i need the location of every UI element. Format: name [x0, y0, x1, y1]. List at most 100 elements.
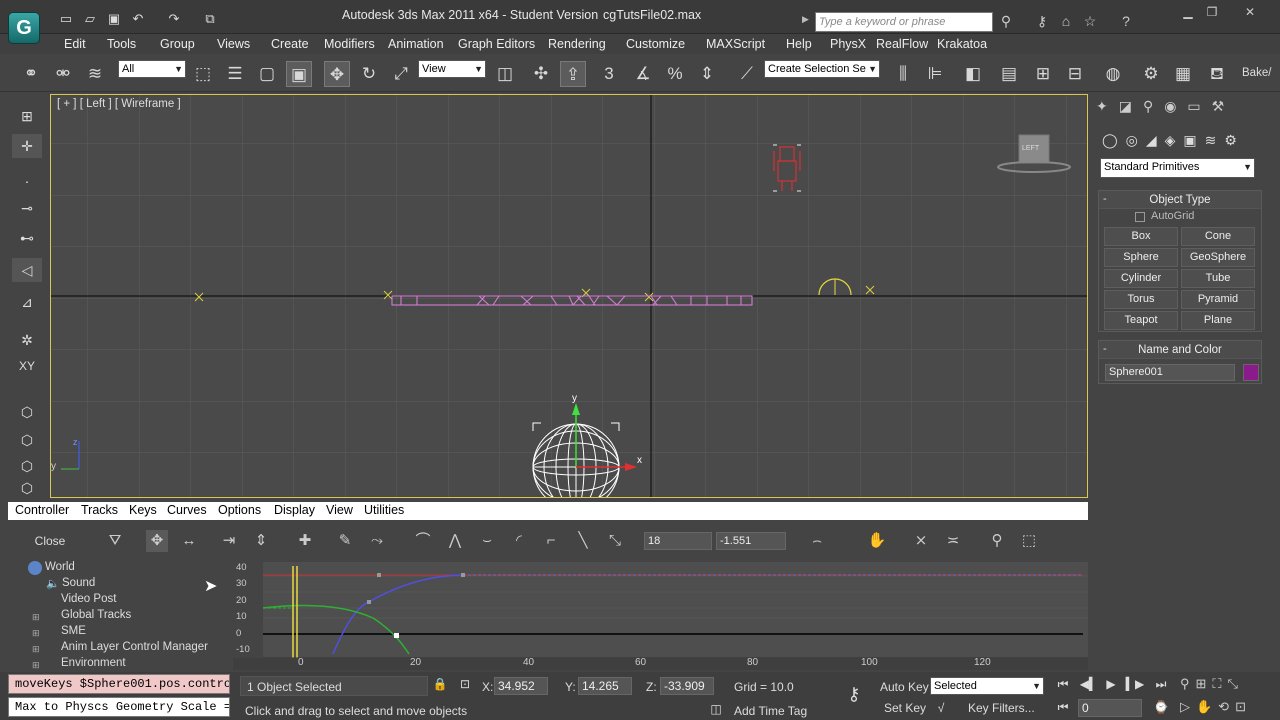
- menu-help[interactable]: Help: [786, 37, 812, 51]
- snap-midpoint-icon[interactable]: ⊸: [12, 196, 42, 220]
- menu-views[interactable]: Views: [217, 37, 250, 51]
- tree-item-global-tracks[interactable]: Global Tracks: [61, 609, 131, 621]
- auto-key-button[interactable]: Auto Key: [880, 680, 929, 694]
- reduce-keys-icon[interactable]: ⤳: [366, 530, 388, 552]
- close-window-button[interactable]: ✕: [1238, 4, 1262, 20]
- filters-icon[interactable]: ⛛: [104, 530, 126, 552]
- select-and-move-icon[interactable]: ✥: [324, 61, 350, 87]
- add-keys-icon[interactable]: ✚: [294, 530, 316, 552]
- geosphere-button[interactable]: GeoSphere: [1181, 248, 1255, 267]
- create-category-icons[interactable]: ◯◎◢◈▣≋⚙: [1102, 132, 1272, 152]
- set-key-icon[interactable]: ⚷: [840, 684, 868, 705]
- maxscript-listener-input[interactable]: moveKeys $Sphere001.pos.contro: [8, 674, 230, 694]
- cone-button[interactable]: Cone: [1181, 227, 1255, 246]
- viewport-left[interactable]: [ + ] [ Left ] [ Wireframe ] LEFT z y y …: [50, 94, 1088, 498]
- unlink-selection-icon[interactable]: ⚮: [50, 61, 76, 87]
- minimize-button[interactable]: ▁: [1176, 4, 1200, 20]
- rendered-frame-window-icon[interactable]: ▦: [1170, 61, 1196, 87]
- zoom-horizontal-extents-icon[interactable]: ⨯: [910, 530, 932, 552]
- play-icon[interactable]: ▶: [1100, 677, 1122, 691]
- binoculars-icon[interactable]: ⚲: [996, 11, 1016, 31]
- show-keyable-icon[interactable]: ⌢: [806, 530, 828, 552]
- schematic-view-icon[interactable]: ⊟: [1062, 61, 1088, 87]
- ce-menu-tracks[interactable]: Tracks: [81, 503, 118, 517]
- snap-pivot-icon[interactable]: ⊿: [12, 290, 42, 314]
- time-configuration-icon[interactable]: ⌚: [1150, 700, 1172, 714]
- percent-snap-icon[interactable]: %: [662, 61, 688, 87]
- primitive-category-dropdown[interactable]: Standard Primitives ▼: [1100, 158, 1255, 178]
- bake-label[interactable]: Bake/: [1242, 67, 1271, 79]
- sd-primitive-icon-1[interactable]: ⬡: [12, 400, 42, 424]
- menu-modifiers[interactable]: Modifiers: [324, 37, 375, 51]
- restore-button[interactable]: ❐: [1200, 4, 1224, 20]
- current-frame-input[interactable]: 0: [1078, 699, 1142, 717]
- linear-tangent-icon[interactable]: ╲: [572, 530, 594, 552]
- material-editor-icon[interactable]: ◍: [1100, 61, 1126, 87]
- grid-snap-icon[interactable]: ⊞: [12, 104, 42, 128]
- curve-editor-icon[interactable]: ⊞: [1030, 61, 1056, 87]
- key-mode-toggle-icon[interactable]: ⏮: [1052, 700, 1074, 715]
- collapse-icon[interactable]: -: [1103, 193, 1107, 205]
- viewport-navigation-icons-bottom[interactable]: ▷✋⟲⊡: [1180, 699, 1276, 715]
- set-key-button[interactable]: Set Key: [884, 701, 926, 715]
- rectangular-selection-icon[interactable]: ▢: [254, 61, 280, 87]
- zoom-region-icon[interactable]: ⬚: [1018, 530, 1040, 552]
- move-keys-horizontal-icon[interactable]: ↔: [178, 530, 200, 552]
- ce-menu-curves[interactable]: Curves: [167, 503, 207, 517]
- plane-button[interactable]: Plane: [1181, 311, 1255, 330]
- render-setup-icon[interactable]: ⚙: [1138, 61, 1164, 87]
- teapot-button[interactable]: Teapot: [1104, 311, 1178, 330]
- next-frame-icon[interactable]: ▍▶: [1124, 677, 1146, 691]
- expand-icon[interactable]: ⊞: [32, 644, 40, 655]
- menu-group[interactable]: Group: [160, 37, 195, 51]
- ce-menu-options[interactable]: Options: [218, 503, 261, 517]
- tree-item-sme[interactable]: SME: [61, 625, 86, 637]
- expand-icon[interactable]: ⊞: [32, 612, 40, 623]
- frame-input[interactable]: 18: [644, 532, 712, 550]
- go-to-start-icon[interactable]: ⏮: [1052, 677, 1074, 692]
- collapse-icon[interactable]: -: [1103, 343, 1107, 355]
- application-button[interactable]: G: [8, 12, 40, 44]
- select-and-rotate-icon[interactable]: ↻: [356, 61, 382, 87]
- new-file-icon[interactable]: ▭: [56, 11, 76, 27]
- project-folder-icon[interactable]: ⧉: [200, 11, 220, 27]
- sphere-button[interactable]: Sphere: [1104, 248, 1178, 267]
- menu-create[interactable]: Create: [271, 37, 309, 51]
- pan-hand-icon[interactable]: ✋: [866, 530, 888, 552]
- absolute-mode-icon[interactable]: ⊡: [456, 677, 474, 691]
- favorites-star-icon[interactable]: ☆: [1080, 11, 1100, 31]
- select-and-link-icon[interactable]: ⚭: [18, 61, 44, 87]
- object-type-title[interactable]: Object Type: [1099, 191, 1261, 209]
- y-coordinate-input[interactable]: 14.265: [578, 677, 632, 695]
- go-to-end-icon[interactable]: ⏭: [1150, 677, 1172, 692]
- smooth-tangent-icon[interactable]: ⤡: [604, 530, 626, 552]
- bind-to-space-warp-icon[interactable]: ≋: [82, 61, 108, 87]
- select-and-scale-icon[interactable]: ⤢: [388, 61, 414, 87]
- auto-tangent-icon[interactable]: ⌒: [412, 530, 434, 552]
- infocenter-search-input[interactable]: Type a keyword or phrase: [815, 12, 993, 32]
- box-button[interactable]: Box: [1104, 227, 1178, 246]
- sd-primitive-icon-2[interactable]: ⬡: [12, 428, 42, 452]
- keyboard-shortcut-override-icon[interactable]: ⇪: [560, 61, 586, 87]
- named-selection-sets-dropdown[interactable]: Create Selection Se ▼: [764, 60, 880, 78]
- expand-icon[interactable]: ⊞: [32, 660, 40, 670]
- manipulate-icon[interactable]: ✣: [528, 61, 554, 87]
- select-object-icon[interactable]: ⬚: [190, 61, 216, 87]
- default-tangent-icon[interactable]: √: [932, 701, 950, 715]
- xy-axis-constraint-icon[interactable]: XY: [12, 354, 42, 378]
- key-filters-button[interactable]: Key Filters...: [968, 701, 1035, 715]
- select-by-name-icon[interactable]: ☰: [222, 61, 248, 87]
- redo-icon[interactable]: ↷: [164, 11, 184, 27]
- ce-menu-utilities[interactable]: Utilities: [364, 503, 404, 517]
- command-panel-tabs[interactable]: ✦◪⚲◉▭⚒: [1096, 98, 1276, 120]
- zoom-value-extents-icon[interactable]: ≍: [942, 530, 964, 552]
- tree-item-video-post[interactable]: Video Post: [61, 593, 116, 605]
- selection-lock-icon[interactable]: 🔒: [432, 677, 448, 691]
- ce-menu-controller[interactable]: Controller: [15, 503, 69, 517]
- zoom-icon[interactable]: ⚲: [986, 530, 1008, 552]
- key-mode-dropdown[interactable]: Selected ▼: [930, 677, 1044, 695]
- value-input[interactable]: -1.551: [716, 532, 786, 550]
- draw-curves-icon[interactable]: ✎: [334, 530, 356, 552]
- z-coordinate-input[interactable]: -33.909: [660, 677, 714, 695]
- viewcube-face-label[interactable]: LEFT: [1022, 145, 1039, 152]
